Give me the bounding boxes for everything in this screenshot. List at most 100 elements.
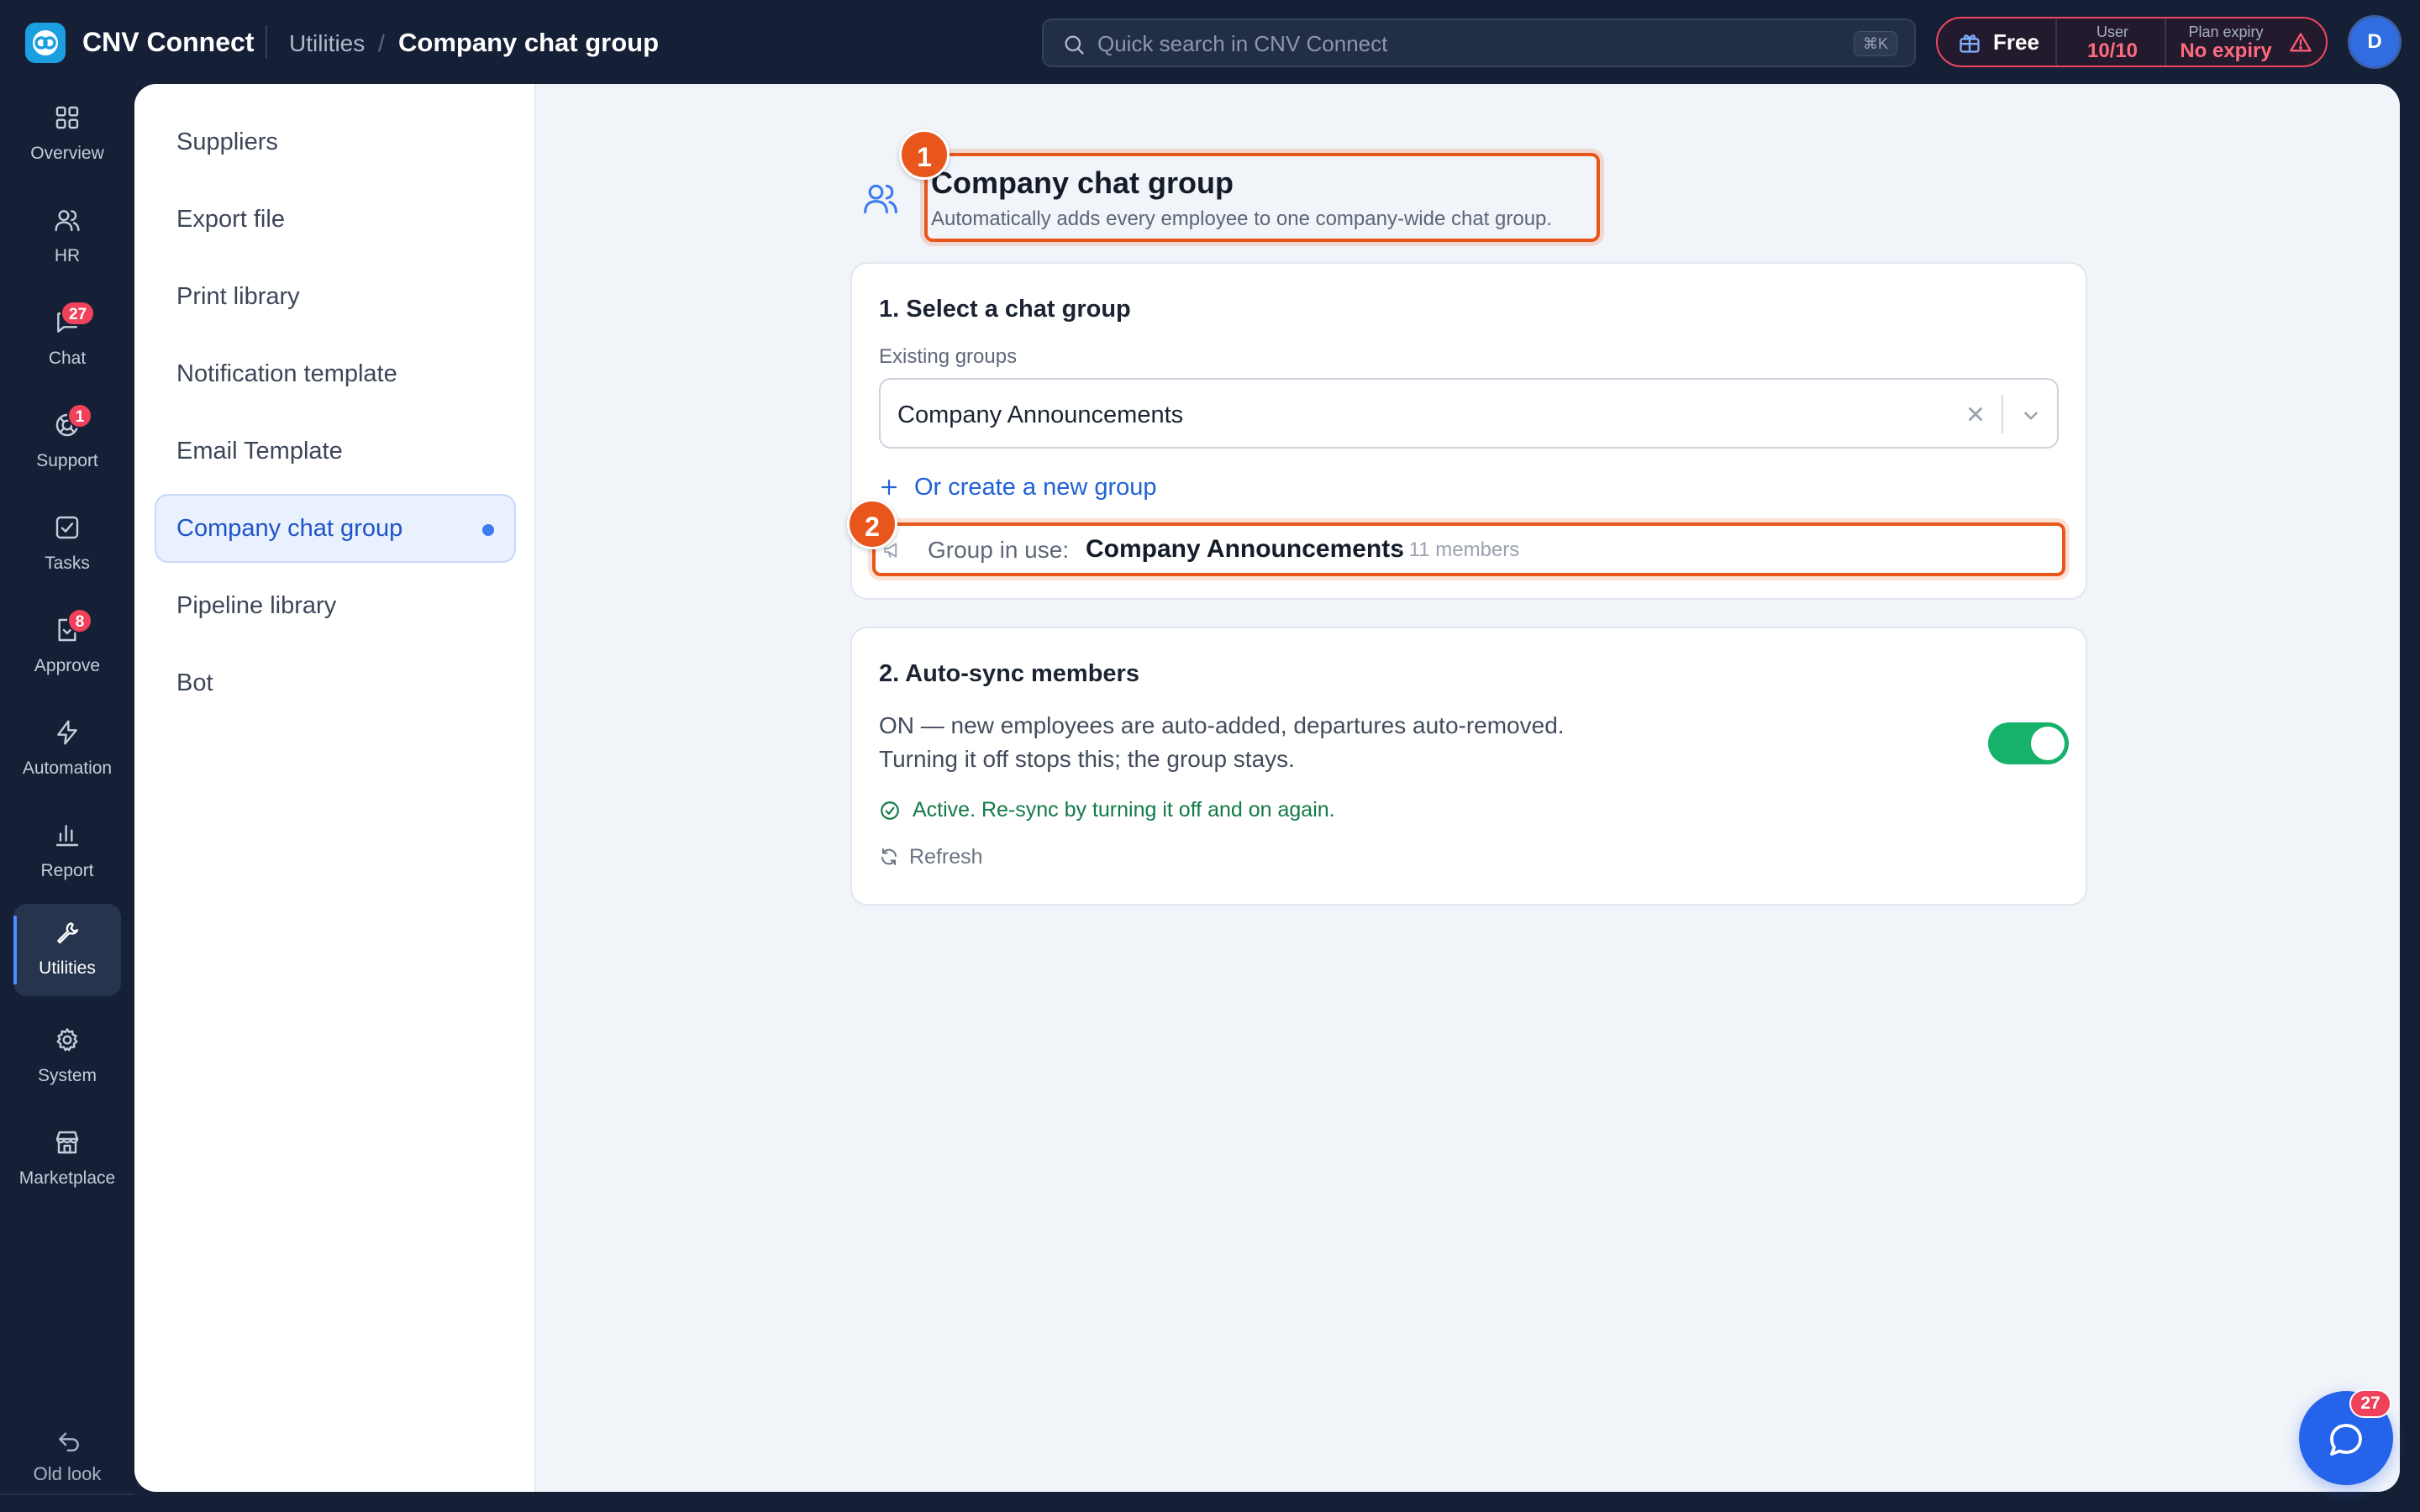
nav-label: HR	[54, 246, 81, 265]
nav-item-overview[interactable]: Overview	[13, 89, 121, 181]
main-navigation-rail: Overview HR 27 Chat 1 Support Tasks 8 Ap…	[0, 84, 134, 1512]
select-group-title: 1. Select a chat group	[879, 296, 1131, 323]
selected-group-value: Company Announcements	[897, 402, 1184, 428]
utilities-subnav: Suppliers Export file Print library Noti…	[134, 84, 536, 1492]
old-look-button[interactable]: Old look	[13, 1428, 121, 1495]
plan-divider	[2165, 18, 2166, 66]
store-icon	[55, 1131, 79, 1154]
top-bar: CNV Connect Utilities / Company chat gro…	[0, 0, 2420, 84]
nav-label: Report	[40, 861, 94, 880]
auto-sync-toggle[interactable]	[1988, 722, 2069, 764]
undo-icon	[59, 1432, 79, 1452]
chevron-down-icon[interactable]	[2020, 405, 2042, 427]
subnav-item-export-file[interactable]: Export file	[155, 185, 516, 254]
subnav-label: Notification template	[176, 360, 397, 387]
auto-sync-description: ON — new employees are auto-added, depar…	[879, 709, 1719, 776]
nav-item-marketplace[interactable]: Marketplace	[13, 1114, 121, 1206]
subnav-label: Bot	[176, 669, 213, 696]
active-indicator-dot	[482, 524, 494, 536]
search-icon	[1065, 35, 1084, 55]
plan-status-pill[interactable]: Free User 10/10 Plan expiry No expiry	[1936, 17, 2328, 67]
subnav-item-pipeline-library[interactable]: Pipeline library	[155, 571, 516, 640]
nav-item-tasks[interactable]: Tasks	[13, 499, 121, 591]
subnav-item-bot[interactable]: Bot	[155, 648, 516, 717]
existing-groups-select[interactable]: Company Announcements	[879, 378, 2059, 449]
nav-label: Tasks	[45, 554, 90, 573]
breadcrumb-current-page: Company chat group	[398, 28, 660, 57]
select-divider	[2002, 395, 2003, 433]
subnav-label: Email Template	[176, 438, 343, 465]
warning-icon	[2290, 33, 2312, 52]
users-icon	[55, 210, 80, 232]
search-input[interactable]: Quick search in CNV Connect ⌘K	[1042, 18, 1916, 67]
nav-label: Support	[36, 451, 98, 470]
subnav-label: Suppliers	[176, 129, 278, 155]
chat-unread-badge: 27	[60, 301, 96, 326]
content-area: Company chat group Automatically adds ev…	[536, 84, 2400, 1492]
subnav-item-company-chat-group[interactable]: Company chat group	[155, 494, 516, 563]
auto-sync-members-card: 2. Auto-sync members ON — new employees …	[850, 627, 2087, 906]
plan-name: Free	[1993, 29, 2039, 55]
app-logo-icon[interactable]	[25, 23, 66, 63]
plan-user-count: User 10/10	[2081, 24, 2144, 62]
nav-label: Approve	[34, 656, 101, 675]
breadcrumb-separator: /	[378, 30, 385, 56]
plan-user-value: 10/10	[2086, 39, 2139, 62]
nav-item-system[interactable]: System	[13, 1011, 121, 1104]
nav-label: Overview	[30, 144, 104, 163]
refresh-icon	[881, 848, 897, 865]
toggle-knob	[2031, 727, 2065, 760]
nav-item-hr[interactable]: HR	[13, 192, 121, 284]
plan-free-badge[interactable]: Free	[1938, 18, 2057, 66]
subnav-item-notification-template[interactable]: Notification template	[155, 339, 516, 408]
users-icon	[864, 184, 897, 214]
subnav-label: Print library	[176, 283, 300, 310]
clear-selection-icon[interactable]	[1965, 403, 1986, 425]
tutorial-step-badge-2: 2	[847, 499, 897, 549]
wrench-icon	[57, 922, 79, 944]
nav-item-support[interactable]: 1 Support	[13, 396, 121, 489]
check-circle-icon	[881, 801, 899, 820]
nav-item-automation[interactable]: Automation	[13, 704, 121, 796]
nav-item-chat[interactable]: 27 Chat	[13, 294, 121, 386]
breadcrumb-utilities[interactable]: Utilities	[289, 27, 365, 60]
checkbox-icon	[55, 516, 79, 539]
subnav-label: Company chat group	[176, 515, 403, 542]
auto-sync-description-line-1: ON — new employees are auto-added, depar…	[879, 712, 1565, 738]
nav-item-report[interactable]: Report	[13, 806, 121, 899]
grid-icon	[55, 106, 79, 129]
search-shortcut-hint: ⌘K	[1853, 31, 1897, 56]
refresh-label: Refresh	[909, 845, 983, 869]
breadcrumb-divider	[266, 25, 267, 59]
nav-item-approve[interactable]: 8 Approve	[13, 601, 121, 694]
subnav-label: Pipeline library	[176, 592, 337, 619]
bolt-icon	[57, 720, 77, 745]
auto-sync-title: 2. Auto-sync members	[879, 660, 1139, 687]
sync-status-text: Active. Re-sync by turning it off and on…	[913, 798, 1335, 822]
nav-item-utilities[interactable]: Utilities	[13, 904, 121, 996]
subnav-item-suppliers[interactable]: Suppliers	[155, 108, 516, 176]
gear-icon	[56, 1028, 78, 1052]
support-unread-badge: 1	[67, 403, 92, 428]
nav-label: Marketplace	[18, 1168, 116, 1188]
chat-bubble-icon	[2330, 1424, 2362, 1456]
nav-label: System	[37, 1066, 97, 1085]
approve-pending-badge: 8	[67, 608, 92, 633]
subnav-item-email-template[interactable]: Email Template	[155, 417, 516, 486]
search-placeholder: Quick search in CNV Connect	[1097, 31, 1388, 56]
subnav-item-print-library[interactable]: Print library	[155, 262, 516, 331]
plus-icon	[881, 479, 897, 496]
tutorial-highlight-title	[924, 153, 1600, 242]
plan-expiry-value: No expiry	[2180, 39, 2272, 62]
auto-sync-description-line-2: Turning it off stops this; the group sta…	[879, 746, 1295, 772]
create-new-group-label: Or create a new group	[914, 474, 1157, 501]
app-title: CNV Connect	[82, 27, 255, 57]
gift-icon	[1960, 34, 1980, 53]
user-avatar[interactable]: D	[2348, 15, 2402, 69]
plan-expiry: Plan expiry No expiry	[2170, 24, 2282, 62]
chat-fab-badge: 27	[2349, 1389, 2391, 1418]
tutorial-highlight-group-in-use	[872, 522, 2065, 576]
plan-expiry-label: Plan expiry	[2188, 24, 2264, 40]
nav-label: Utilities	[39, 958, 96, 978]
nav-label: Chat	[48, 349, 87, 368]
